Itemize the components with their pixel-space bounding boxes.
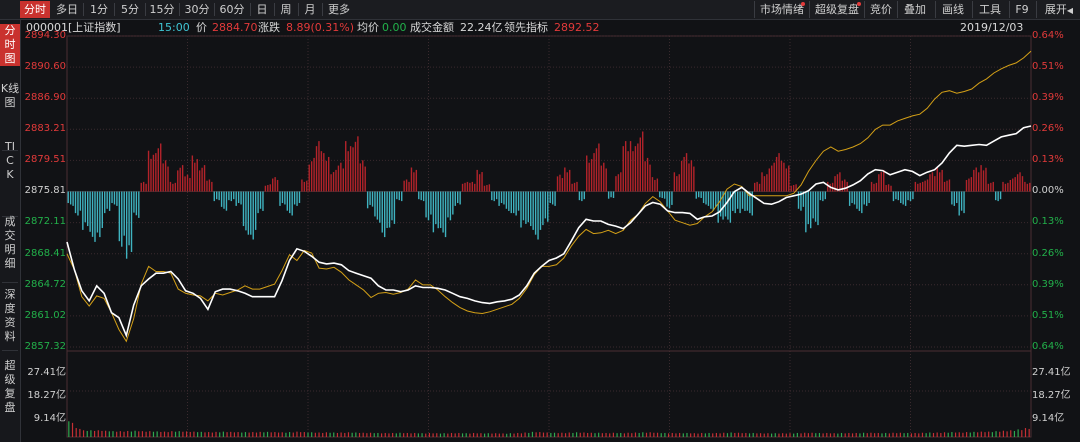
change-value: 8.89(0.31%) xyxy=(286,21,355,34)
pct-tick: 0.39% xyxy=(1032,279,1064,290)
sidebar-item-intraday[interactable]: 分时图 xyxy=(0,24,20,66)
price-tick: 2890.60 xyxy=(24,61,66,72)
lead-indicator-value: 2892.52 xyxy=(554,21,600,34)
turnover-label: 成交金额 xyxy=(410,21,454,34)
tab-30min[interactable]: 30分 xyxy=(181,1,213,18)
tab-day[interactable]: 日 xyxy=(252,1,272,18)
price-tick: 2875.81 xyxy=(24,185,66,196)
price-label: 价 xyxy=(196,21,207,34)
chart-toolbar: 分时 多日 1分 5分 15分 30分 60分 日 周 月 更多 市场情绪 超级… xyxy=(0,0,1080,20)
notification-dot-icon xyxy=(801,2,805,6)
tab-1min[interactable]: 1分 xyxy=(85,1,113,18)
tab-60min[interactable]: 60分 xyxy=(216,1,248,18)
pct-tick: 0.13% xyxy=(1032,154,1064,165)
pct-tick: 0.13% xyxy=(1032,216,1064,227)
volume-tick: 9.14亿 xyxy=(1032,413,1065,424)
sidebar-item-super-review[interactable]: 超级复盘 xyxy=(4,359,16,415)
sidebar-item-deep-data[interactable]: 深度资料 xyxy=(4,288,16,344)
tab-week[interactable]: 周 xyxy=(276,1,296,18)
quote-date: 2019/12/03 xyxy=(960,21,1024,34)
pct-tick: 0.39% xyxy=(1032,92,1064,103)
volume-tick: 18.27亿 xyxy=(1032,390,1071,401)
tab-more[interactable]: 更多 xyxy=(324,1,354,18)
tab-month[interactable]: 月 xyxy=(300,1,320,18)
sidebar-item-kline[interactable]: K线图 xyxy=(0,82,20,110)
sidebar-item-trade-details[interactable]: 成交明细 xyxy=(4,215,16,271)
f9-button[interactable]: F9 xyxy=(1009,1,1034,18)
price-tick: 2868.41 xyxy=(24,248,66,259)
change-label: 涨跌 xyxy=(258,21,280,34)
pct-tick: 0.51% xyxy=(1032,310,1064,321)
tab-15min[interactable]: 15分 xyxy=(147,1,177,18)
tab-5min[interactable]: 5分 xyxy=(116,1,144,18)
price-tick: 2894.30 xyxy=(24,30,66,41)
pct-tick: 0.26% xyxy=(1032,123,1064,134)
quote-info-bar: 000001[上证指数] 15:00 价 2884.70 涨跌 8.89(0.3… xyxy=(20,20,1032,36)
price-tick: 2864.72 xyxy=(24,279,66,290)
price-tick: 2861.02 xyxy=(24,310,66,321)
sidebar-item-tick[interactable]: TICK xyxy=(5,140,15,182)
draw-line-button[interactable]: 画线 xyxy=(935,1,970,18)
volume-tick: 27.41亿 xyxy=(1032,367,1071,378)
lead-indicator-label: 领先指标 xyxy=(504,21,548,34)
avg-price-label: 均价 xyxy=(357,21,379,34)
pct-tick: 0.26% xyxy=(1032,248,1064,259)
pct-tick: 0.64% xyxy=(1032,30,1064,41)
price-tick: 2886.90 xyxy=(24,92,66,103)
volume-tick: 27.41亿 xyxy=(27,367,66,378)
intraday-chart[interactable] xyxy=(0,0,1080,442)
auction-button[interactable]: 竞价 xyxy=(864,1,897,18)
tab-multi-day[interactable]: 多日 xyxy=(52,1,82,18)
tools-button[interactable]: 工具 xyxy=(972,1,1007,18)
price-tick: 2879.51 xyxy=(24,154,66,165)
expand-label: 展开 xyxy=(1044,3,1067,16)
chevron-left-icon: ◀ xyxy=(1066,6,1074,15)
expand-button[interactable]: 展开◀ xyxy=(1036,1,1080,18)
turnover-value: 22.24亿 xyxy=(460,21,503,34)
side-nav: 分时图 K线图 TICK 成交明细 深度资料 超级复盘 xyxy=(0,20,21,442)
pct-tick: 0.00% xyxy=(1032,185,1064,196)
quote-time: 15:00 xyxy=(158,21,190,34)
pct-tick: 0.51% xyxy=(1032,61,1064,72)
volume-tick: 9.14亿 xyxy=(33,413,66,424)
volume-tick: 18.27亿 xyxy=(27,390,66,401)
price-tick: 2883.21 xyxy=(24,123,66,134)
notification-dot-icon xyxy=(857,2,861,6)
price-tick: 2857.32 xyxy=(24,341,66,352)
price-tick: 2872.11 xyxy=(24,216,66,227)
super-review-button[interactable]: 超级复盘 xyxy=(809,1,864,18)
tab-intraday[interactable]: 分时 xyxy=(20,1,50,18)
price-value: 2884.70 xyxy=(212,21,258,34)
overlay-button[interactable]: 叠加 xyxy=(897,1,932,18)
pct-tick: 0.64% xyxy=(1032,341,1064,352)
avg-price-value: 0.00 xyxy=(382,21,407,34)
